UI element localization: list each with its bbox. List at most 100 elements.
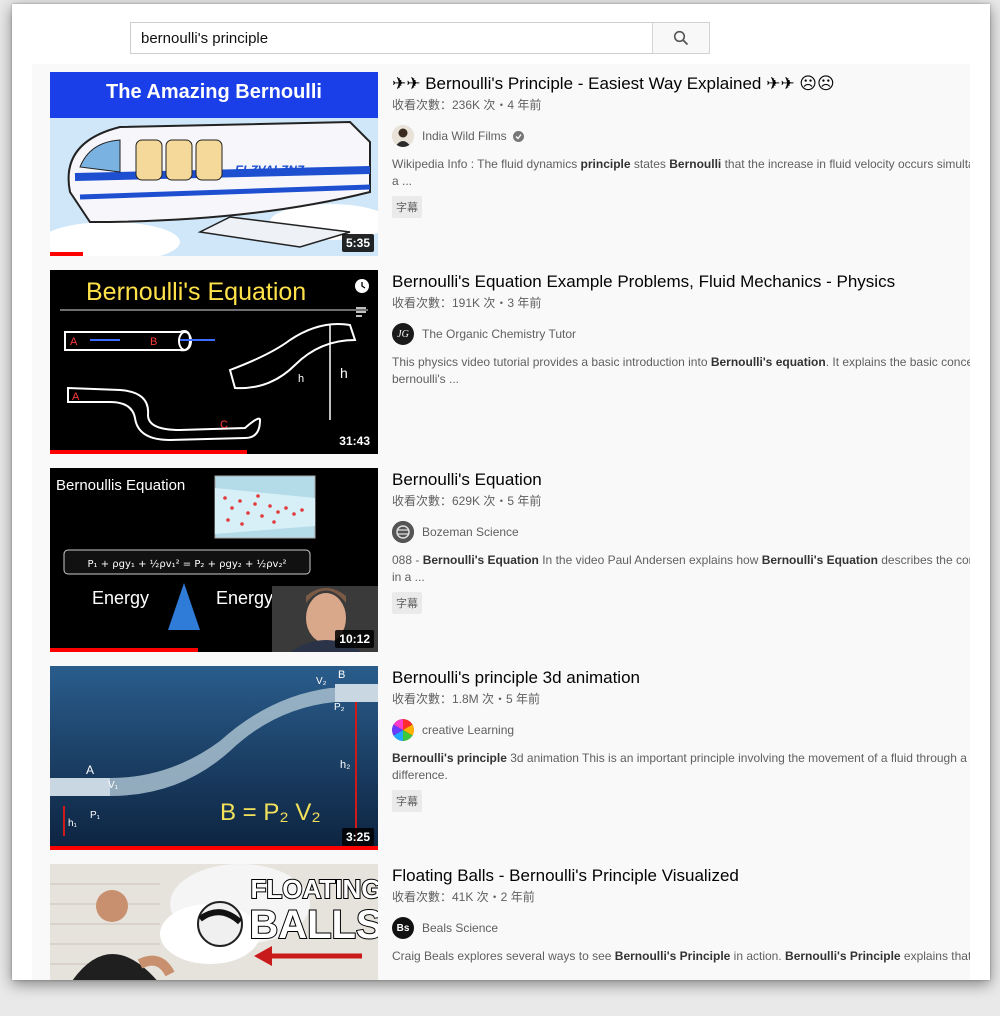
svg-text:B: B [338, 669, 345, 681]
video-result[interactable]: Bernoullis Equation P₁ + ρgy₁ + ½ρv₁² = … [50, 460, 970, 652]
thumbnail-title-text: The Amazing Bernoulli [106, 81, 322, 103]
channel-avatar[interactable] [392, 125, 414, 147]
svg-text:C: C [220, 419, 228, 431]
description-line-1: 088 - Bernoulli's Equation In the video … [392, 552, 970, 569]
description-text: This physics video tutorial provides a b… [392, 355, 711, 369]
description-text: 088 - [392, 553, 423, 567]
description-highlight: principle [580, 157, 631, 171]
video-title[interactable]: ✈✈ Bernoulli's Principle - Easiest Way E… [392, 74, 970, 94]
thumbnail-image: ELZVALZNZ The Amazing Bernoulli [50, 72, 378, 256]
svg-text:V₂: V₂ [316, 676, 327, 687]
description-line-2: difference. [392, 768, 448, 782]
video-thumbnail[interactable]: h₂ h₁ A P₁ V₁ B V₂ P₂ B = P₂ V₂ 3:25 [50, 666, 378, 850]
channel-avatar[interactable] [392, 719, 414, 741]
svg-text:A: A [70, 336, 78, 348]
search-input[interactable] [130, 22, 653, 54]
video-result[interactable]: ELZVALZNZ The Amazing Bernoulli 5:35 ✈✈ … [50, 64, 970, 256]
duration-badge: 31:43 [335, 432, 374, 450]
channel-avatar[interactable] [392, 521, 414, 543]
bozeman-logo-icon [392, 521, 414, 543]
description-highlight: Bernoulli's Equation [422, 553, 539, 567]
description-text: states [630, 157, 670, 171]
view-count: 收看次數：629K 次・5 年前 [392, 494, 542, 508]
channel-avatar[interactable]: Bs [392, 917, 414, 939]
video-description: Craig Beals explores several ways to see… [392, 948, 970, 965]
description-line-2: bernoulli's ... [392, 372, 459, 386]
video-thumbnail[interactable]: Bernoullis Equation P₁ + ρgy₁ + ½ρv₁² = … [50, 468, 378, 652]
description-line-2: a ... [392, 174, 413, 188]
description-text: explains that faster [903, 949, 970, 963]
thumbnail-title-text: Bernoulli's Equation [86, 278, 306, 306]
channel-name[interactable]: Bozeman Science [422, 525, 519, 539]
video-description: Bernoulli's principle 3d animation This … [392, 750, 970, 784]
description-text: . It explains the basic concepts [825, 355, 970, 369]
description-line-1: Bernoulli's principle 3d animation This … [392, 750, 970, 767]
channel-name[interactable]: creative Learning [422, 723, 514, 737]
channel-avatar-text: JG [397, 328, 409, 340]
plane-logo-text: ELZVALZNZ [235, 163, 305, 177]
svg-text:h₁: h₁ [68, 818, 78, 829]
svg-text:A: A [72, 391, 80, 403]
description-highlight: Bernoulli's principle [392, 751, 507, 765]
channel-name[interactable]: The Organic Chemistry Tutor [422, 327, 576, 341]
view-count: 收看次數：1.8M 次・5 年前 [392, 692, 541, 706]
svg-text:B: B [150, 336, 157, 348]
svg-text:h: h [340, 365, 348, 381]
thumbnail-title-line-2: BALLS [249, 903, 378, 947]
search-icon [673, 30, 689, 46]
video-title[interactable]: Bernoulli's principle 3d animation [392, 668, 970, 688]
thumbnail-image: h₂ h₁ A P₁ V₁ B V₂ P₂ B = P₂ V₂ [50, 666, 378, 850]
video-result[interactable]: FLOATING BALLS Floating Balls - Bernoull… [50, 856, 970, 980]
energy-right-text: Energy [216, 588, 273, 608]
video-meta: Bernoulli's principle 3d animation 收看次數：… [392, 658, 970, 812]
channel-avatar-text: Bs [396, 922, 410, 934]
channel-name[interactable]: Beals Science [422, 921, 498, 935]
channel-row[interactable]: Bozeman Science [392, 520, 970, 544]
channel-row[interactable]: creative Learning [392, 718, 970, 742]
browser-window: ELZVALZNZ The Amazing Bernoulli 5:35 ✈✈ … [12, 4, 990, 980]
video-thumbnail[interactable]: Bernoulli's Equation A B h h A C 31:43 [50, 270, 378, 454]
verified-check-icon [512, 130, 524, 142]
equation-text: P₁ + ρgy₁ + ½ρv₁² = P₂ + ρgy₂ + ½ρv₂² [88, 558, 287, 570]
video-thumbnail[interactable]: ELZVALZNZ The Amazing Bernoulli 5:35 [50, 72, 378, 256]
duration-badge: 3:25 [341, 828, 374, 846]
watch-progress-bar [50, 648, 198, 652]
view-count: 收看次數：41K 次・2 年前 [392, 890, 535, 904]
svg-text:h: h [298, 373, 304, 385]
thumbnail-image: Bernoulli's Equation A B h h A C [50, 270, 378, 454]
channel-avatar[interactable]: JG [392, 323, 414, 345]
video-meta: Bernoulli's Equation 收看次數：629K 次・5 年前 Bo… [392, 460, 970, 614]
video-title[interactable]: Bernoulli's Equation Example Problems, F… [392, 272, 970, 292]
view-count: 收看次數：191K 次・3 年前 [392, 296, 542, 310]
thumbnail-image: Bernoullis Equation P₁ + ρgy₁ + ½ρv₁² = … [50, 468, 378, 652]
svg-text:V₁: V₁ [108, 780, 119, 791]
thumbnail-formula-text: B = P₂ V₂ [220, 799, 321, 826]
video-description: Wikipedia Info : The fluid dynamics prin… [392, 156, 970, 190]
video-meta: Floating Balls - Bernoulli's Principle V… [392, 856, 970, 965]
video-title[interactable]: Bernoulli's Equation [392, 470, 970, 490]
channel-row[interactable]: India Wild Films [392, 124, 970, 148]
video-result[interactable]: h₂ h₁ A P₁ V₁ B V₂ P₂ B = P₂ V₂ 3:25 Ber… [50, 658, 970, 850]
video-title[interactable]: Floating Balls - Bernoulli's Principle V… [392, 866, 970, 886]
video-result[interactable]: Bernoulli's Equation A B h h A C 31:43 B… [50, 262, 970, 454]
description-text: 3d animation This is an important princi… [506, 751, 970, 765]
svg-text:A: A [86, 763, 94, 777]
channel-row[interactable]: JG The Organic Chemistry Tutor [392, 322, 970, 346]
description-line-1: This physics video tutorial provides a b… [392, 354, 970, 371]
description-text: In the video Paul Andersen explains how [538, 553, 762, 567]
person-avatar-icon [392, 125, 414, 147]
description-highlight: Bernoulli's equation [710, 355, 826, 369]
subtitles-badge: 字幕 [392, 790, 422, 812]
svg-text:h₂: h₂ [340, 759, 350, 771]
video-description: 088 - Bernoulli's Equation In the video … [392, 552, 970, 586]
video-thumbnail[interactable]: FLOATING BALLS [50, 864, 378, 980]
search-button[interactable] [652, 22, 710, 54]
channel-row[interactable]: Bs Beals Science [392, 916, 970, 940]
svg-text:P₂: P₂ [334, 702, 345, 713]
subtitles-badge: 字幕 [392, 592, 422, 614]
color-wheel-icon [392, 719, 414, 741]
description-text: Wikipedia Info : The fluid dynamics [392, 157, 581, 171]
channel-name[interactable]: India Wild Films [422, 129, 507, 143]
view-count: 收看次數：236K 次・4 年前 [392, 98, 542, 112]
description-highlight: Bernoulli's Principle [785, 949, 901, 963]
